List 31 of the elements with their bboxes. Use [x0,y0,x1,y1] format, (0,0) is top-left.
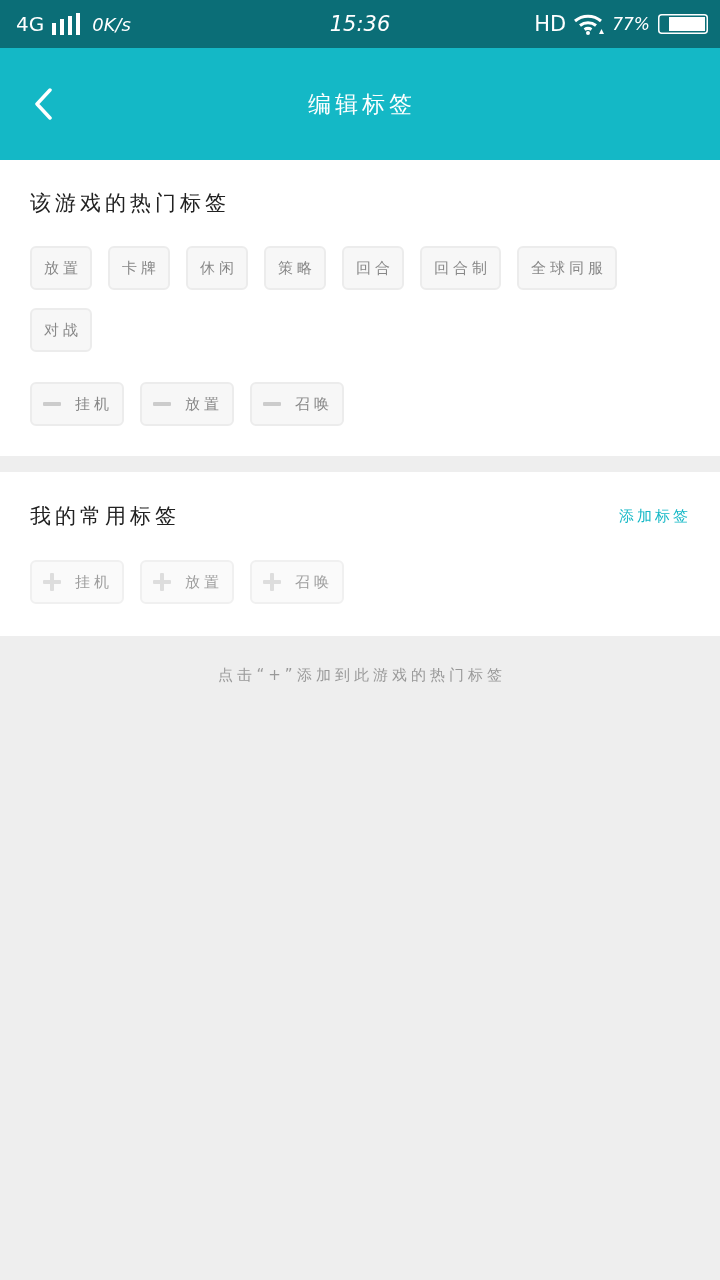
tag-chip[interactable]: 全球同服 [517,246,617,290]
add-tag-link[interactable]: 添加标签 [619,506,691,526]
tag-chip[interactable]: 策略 [264,246,326,290]
remove-tag-button[interactable]: 放置 [140,382,234,426]
network-type: 4G [16,12,45,36]
battery-percent: 77% [612,14,650,34]
tag-chip[interactable]: 回合 [342,246,404,290]
clock-time: 15:36 [328,12,392,36]
remove-tag-button[interactable]: 召唤 [250,382,344,426]
section-title: 我的常用标签 [30,503,180,530]
minus-icon [263,402,281,406]
tag-chip[interactable]: 对战 [30,308,92,352]
tag-chip[interactable]: 放置 [30,246,92,290]
plus-icon [153,573,171,591]
battery-icon [658,14,708,34]
plus-icon [43,573,61,591]
section-title: 该游戏的热门标签 [30,190,230,217]
back-icon [34,88,52,120]
minus-icon [153,402,171,406]
hint-text: 点击“+”添加到此游戏的热门标签 [217,666,506,685]
wifi-icon [574,13,605,35]
network-speed: 0K/s [92,13,131,35]
minus-icon [43,402,61,406]
hd-indicator: HD [534,12,567,36]
plus-icon [263,573,281,591]
remove-tag-button[interactable]: 挂机 [30,382,124,426]
tag-chip[interactable]: 卡牌 [108,246,170,290]
signal-icon [52,13,81,35]
tag-chip[interactable]: 休闲 [186,246,248,290]
page-title: 编辑标签 [307,89,416,119]
tag-chip[interactable]: 回合制 [420,246,501,290]
